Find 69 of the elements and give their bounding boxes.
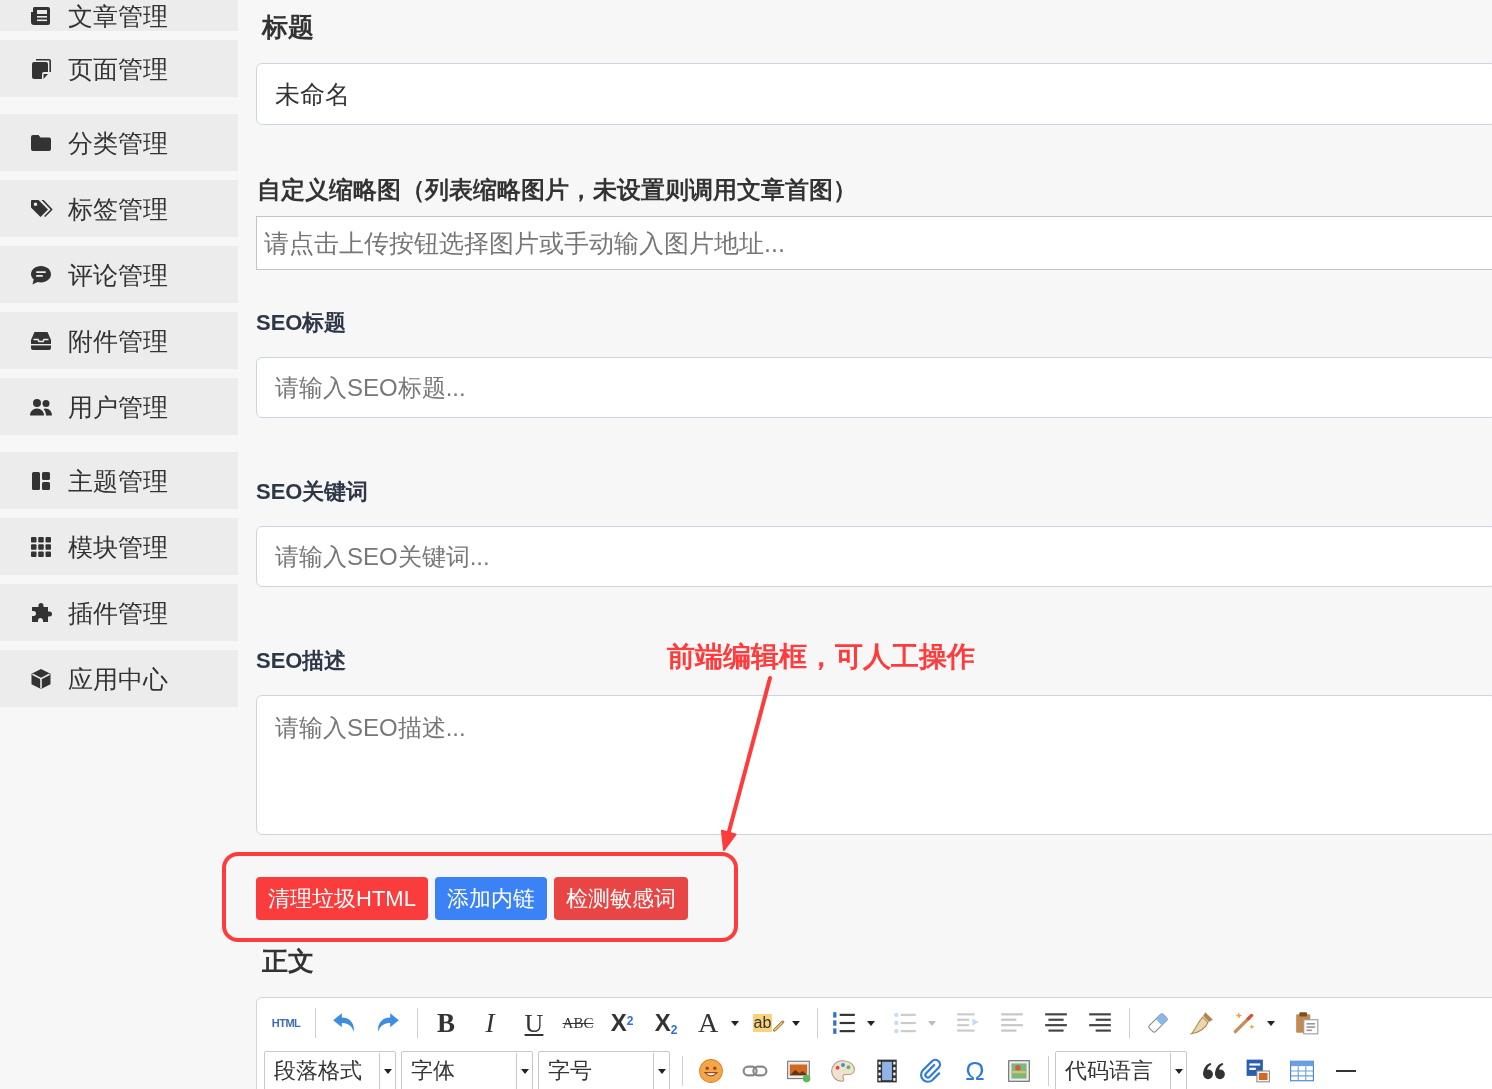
- annotation-text: 前端编辑框，可人工操作: [667, 640, 975, 674]
- puzzle-icon: [29, 600, 53, 625]
- superscript-button[interactable]: X$^{2}$: [600, 1005, 644, 1041]
- paperclip-icon: [918, 1058, 944, 1084]
- magic-wand-icon: [1231, 1010, 1257, 1036]
- italic-button[interactable]: I: [468, 1005, 512, 1041]
- field-label: SEO描述: [256, 648, 347, 674]
- film-strip-icon: [874, 1058, 900, 1084]
- sidebar-item[interactable]: 用户管理: [0, 378, 238, 435]
- caret-icon: [379, 1053, 395, 1089]
- smiley-icon: [698, 1058, 724, 1084]
- brush-icon: [1189, 1010, 1215, 1036]
- dropdown-select[interactable]: 字号: [538, 1051, 670, 1089]
- table-icon: [1289, 1058, 1315, 1084]
- document-picture-icon: [1245, 1058, 1271, 1084]
- field-label: 正文: [262, 946, 314, 976]
- caret-icon: [1170, 1053, 1186, 1089]
- dropdown-select[interactable]: 段落格式: [264, 1051, 396, 1089]
- sidebar-item[interactable]: 模块管理: [0, 518, 238, 575]
- input-field[interactable]: 请输入SEO标题...: [256, 357, 1492, 418]
- cube-icon: [29, 666, 53, 691]
- bullet-list-icon: [892, 1010, 918, 1036]
- input-field[interactable]: 请点击上传按钮选择图片或手动输入图片地址...: [256, 216, 1492, 270]
- sidebar-item[interactable]: 页面管理: [0, 40, 238, 97]
- strikethrough-button[interactable]: ABC: [556, 1005, 600, 1041]
- dropdown-select[interactable]: 字体: [401, 1051, 533, 1089]
- dropdown-select[interactable]: 代码语言: [1055, 1051, 1187, 1089]
- clipboard-icon: [1294, 1010, 1320, 1036]
- pencil-icon: [772, 1018, 786, 1032]
- sidebar-item[interactable]: 应用中心: [0, 650, 238, 707]
- sidebar-item[interactable]: 评论管理: [0, 246, 238, 303]
- caret-icon: [928, 1020, 936, 1026]
- map-picture-icon: [1006, 1058, 1032, 1084]
- subscript-button[interactable]: X$_{2}$: [644, 1005, 688, 1041]
- input-field[interactable]: 未命名: [256, 63, 1492, 125]
- font-color-button[interactable]: A: [688, 1005, 749, 1041]
- caret-icon: [731, 1020, 739, 1026]
- sidebar-item[interactable]: 分类管理: [0, 114, 238, 171]
- action-button[interactable]: 清理垃圾HTML: [256, 877, 428, 920]
- field-label: SEO标题: [256, 310, 347, 336]
- horizontal-line-icon: [1333, 1069, 1359, 1073]
- action-button[interactable]: 添加内链: [434, 877, 547, 920]
- action-button[interactable]: 检测敏感词: [553, 877, 688, 920]
- caret-icon: [1267, 1020, 1275, 1026]
- grid-icon: [29, 534, 53, 559]
- input-field[interactable]: 请输入SEO关键词...: [256, 526, 1492, 587]
- bold-button[interactable]: B: [424, 1005, 468, 1041]
- field-label: 自定义缩略图（列表缩略图片，未设置则调用文章首图）: [257, 176, 857, 204]
- field-label: 标题: [262, 12, 314, 42]
- numbered-list-icon: [831, 1010, 857, 1036]
- picture-icon: [786, 1058, 812, 1084]
- sidebar-item[interactable]: 附件管理: [0, 312, 238, 369]
- caret-icon: [792, 1020, 800, 1026]
- underline-button[interactable]: U: [512, 1005, 556, 1041]
- sidebar-item[interactable]: 插件管理: [0, 584, 238, 641]
- rich-text-editor[interactable]: HTML B I U ABC X$^{2}$ X$_{2}$ A ab 段落格式 字体 字号 Ω 代码语言: [256, 997, 1492, 1089]
- caret-icon: [867, 1020, 875, 1026]
- sidebar-item[interactable]: 标签管理: [0, 180, 238, 237]
- highlight-button[interactable]: ab: [749, 1005, 810, 1041]
- sticky-note-icon: [29, 56, 53, 81]
- sidebar-item[interactable]: 文章管理: [0, 0, 238, 31]
- palette-icon: [830, 1058, 856, 1084]
- caret-icon: [653, 1053, 669, 1089]
- special-characters-button[interactable]: Ω: [953, 1053, 997, 1089]
- caret-icon: [516, 1053, 532, 1089]
- sidebar-item[interactable]: 主题管理: [0, 452, 238, 509]
- source-button[interactable]: HTML: [264, 1005, 308, 1041]
- field-label: SEO关键词: [256, 479, 369, 505]
- textarea-field[interactable]: 请输入SEO描述...: [256, 695, 1492, 835]
